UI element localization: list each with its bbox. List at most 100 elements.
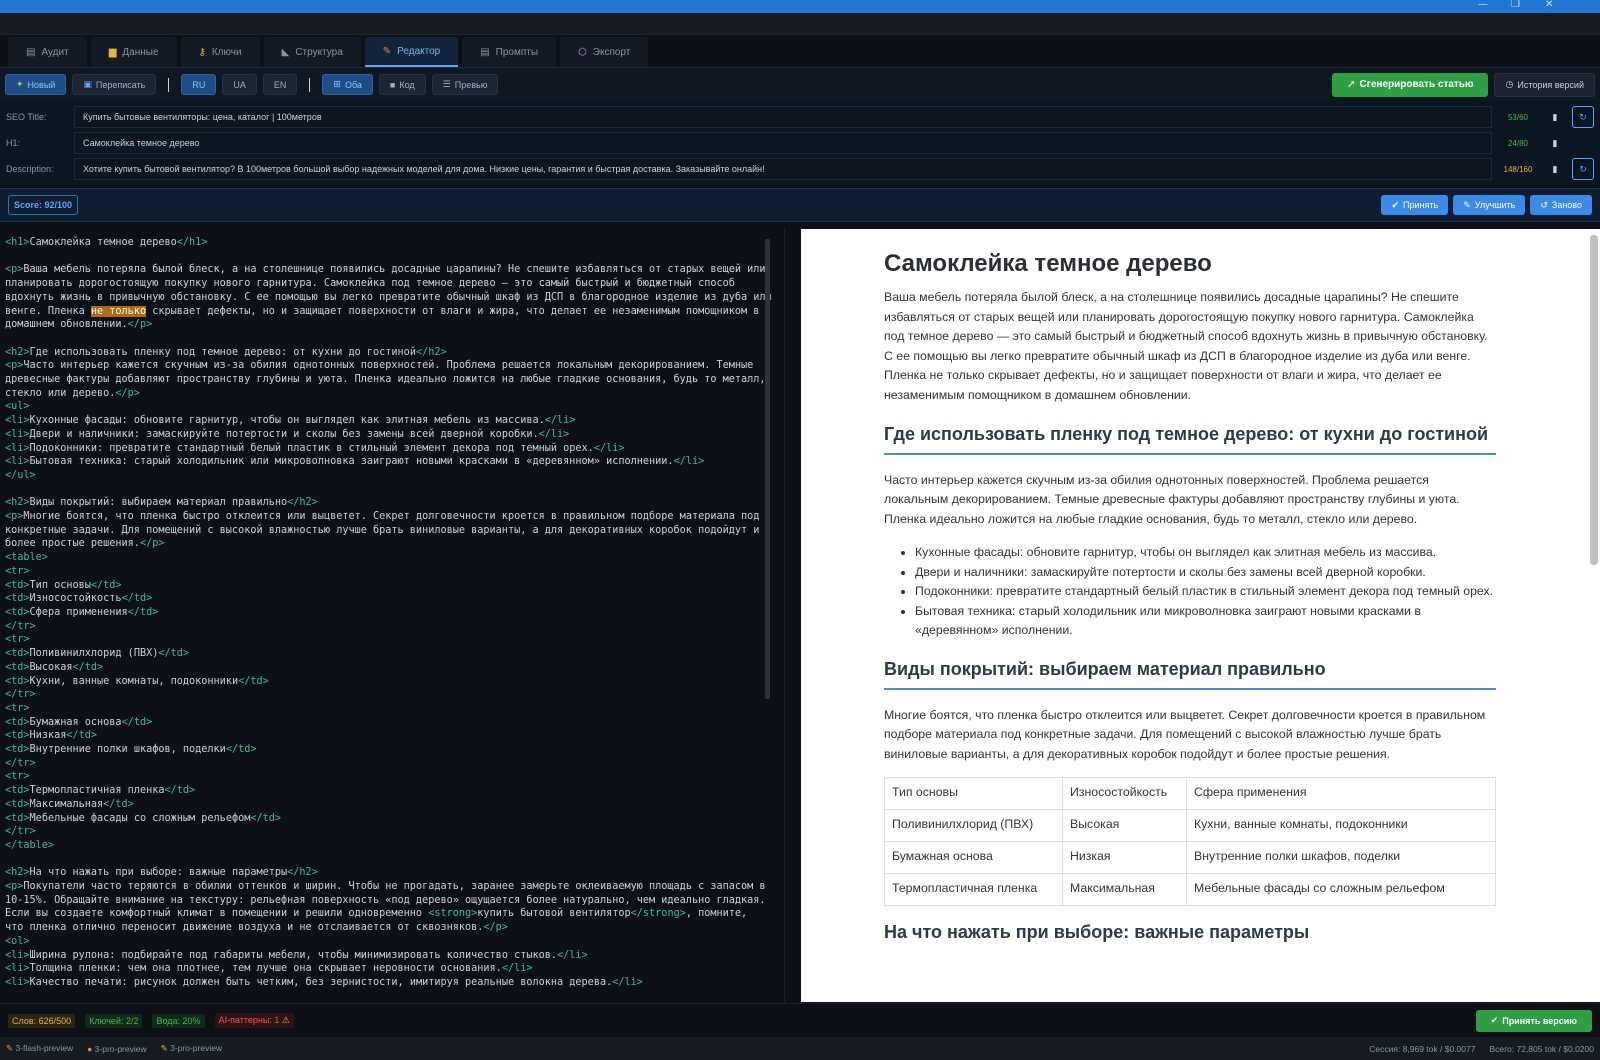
copy-icon[interactable]: ▮ [1544, 158, 1566, 180]
tab-label: Редактор [397, 45, 441, 57]
keyword-count: Ключей: 2/2 [85, 1013, 143, 1028]
rewrite-button[interactable]: ▣ Переписать [72, 74, 157, 95]
tab-bar: ▤ Аудит ▆ Данные ⚷ Ключи ◣ Структура ✎ Редактор ▤ П… [0, 35, 1600, 68]
check-icon: ✔ [1490, 1015, 1499, 1025]
title-bar: — ❐ ✕ [0, 0, 1600, 13]
table-cell: Максимальная [1062, 872, 1187, 906]
preview-paragraph: Часто интерьер кажется скучным из-за оби… [884, 472, 1460, 526]
seo-title-input[interactable]: Купить бытовые вентиляторы: цена, катало… [74, 106, 1492, 128]
view-both-button[interactable]: ⊞ Оба [322, 74, 373, 95]
version-history-button[interactable]: ◷ История версий [1494, 72, 1595, 97]
split-icon: ⊞ [333, 79, 341, 89]
close-icon[interactable]: ✕ [1545, 0, 1553, 10]
ai-patterns: AI-паттерны: 1 ⚠ [214, 1013, 294, 1028]
table-cell: Тип основы [884, 776, 1063, 810]
word-count: Слов: 626/500 [8, 1013, 76, 1028]
table-cell: Сфера применения [1186, 776, 1496, 810]
tab-label: Данные [122, 46, 159, 58]
document-icon: ▤ [480, 46, 490, 58]
session-usage: Сессия: 8,969 tok / $0.0077 [1369, 1043, 1476, 1054]
redo-icon: ↺ [1540, 199, 1548, 210]
tab-label: Промпты [495, 46, 539, 58]
table-cell: Износостойкость [1062, 776, 1187, 810]
tab-5[interactable]: ✎ Редактор [364, 37, 459, 67]
editor-main: <h1>Самоклейка темное дерево</h1> <p>Ваш… [0, 229, 1600, 1002]
code-editor[interactable]: <h1>Самоклейка темное дерево</h1> <p>Ваш… [0, 229, 784, 1002]
rewrite-icon: ▣ [83, 79, 92, 89]
copy-icon[interactable]: ▮ [1544, 106, 1566, 128]
h1-label: H1: [6, 138, 21, 148]
seo-title-row: SEO Title: Купить бытовые вентиляторы: ц… [6, 105, 1594, 129]
h1-input[interactable]: Самоклейка темное дерево [74, 132, 1492, 154]
separator [168, 77, 170, 92]
status-bar: Слов: 626/500 Ключей: 2/2 Вода: 20% AI-п… [0, 1003, 1600, 1037]
total-usage: Всего: 72,805 tok / $0.0200 [1489, 1043, 1594, 1054]
tab-2[interactable]: ▆ Данные [90, 37, 177, 67]
tab-7[interactable]: ⬡ Экспорт [560, 37, 649, 67]
split-divider[interactable] [784, 229, 801, 1002]
ruler-icon: ◣ [281, 46, 290, 58]
seo-title-counter: 53/60 [1498, 106, 1538, 128]
table-row: Тип основы Износостойкость Сфера применени… [884, 776, 1496, 810]
table-cell: Поливинилхлорид (ПВХ) [884, 808, 1063, 842]
preview-list-item: Кухонные фасады: обновите гарнитур, чтоб… [915, 543, 1496, 563]
pencil-icon: ✎ [6, 1043, 14, 1053]
improve-button[interactable]: ✎ Улучшить [1453, 195, 1526, 215]
score-badge: Score: 92/100 [8, 195, 79, 215]
lang-en-button[interactable]: EN [262, 74, 298, 95]
rocket-icon: ➚ [1347, 79, 1356, 90]
palette-icon: ● [87, 1043, 93, 1054]
sparkle-icon: ✦ [16, 79, 24, 89]
pencil-icon: ✎ [382, 45, 392, 57]
table-cell: Низкая [1062, 840, 1187, 874]
view-code-button[interactable]: ■ Код [378, 74, 426, 95]
lang-ua-button[interactable]: UA [222, 74, 257, 95]
table-cell: Термопластичная пленка [884, 872, 1063, 906]
table-row: Поливинилхлорид (ПВХ) Высокая Кухни, ванны… [884, 808, 1496, 842]
minimize-icon[interactable]: — [1478, 0, 1488, 10]
new-button[interactable]: ✦ Новый [5, 74, 67, 95]
preview-h2: На что нажать при выборе: важные парамет… [884, 921, 1310, 942]
accept-version-button[interactable]: ✔ Принять версию [1475, 1009, 1592, 1032]
code-scrollbar[interactable] [765, 239, 770, 699]
generate-article-button[interactable]: ➚ Сгенерировать статью [1332, 72, 1489, 97]
view-preview-button[interactable]: ☰ Превью [431, 74, 499, 95]
preview-table: Тип основы Износостойкость Сфера применени… [884, 776, 1496, 906]
description-counter: 148/160 [1498, 158, 1538, 180]
pencil-icon: ✎ [160, 1043, 168, 1053]
h1-counter: 24/80 [1498, 132, 1538, 154]
refresh-icon[interactable]: ↻ [1572, 158, 1594, 180]
preview-paragraph: Ваша мебель потеряла былой блеск, а на с… [884, 290, 1488, 402]
description-label: Description: [6, 164, 54, 174]
footer-bar: ✎ 3-flash-preview ● 3-pro-preview ✎ 3-pr… [0, 1037, 1600, 1060]
tab-3[interactable]: ⚷ Ключи [180, 37, 260, 67]
preview-paragraph: Многие боятся, что пленка быстро отклеит… [884, 707, 1486, 762]
table-cell: Кухни, ванные комнаты, подоконники [1186, 808, 1496, 842]
tab-label: Экспорт [592, 46, 631, 58]
description-input[interactable]: Хотите купить бытовой вентилятор? В 100м… [74, 158, 1492, 180]
warning-icon: ⚠ [281, 1015, 290, 1025]
table-cell: Мебельные фасады со сложным рельефом [1186, 872, 1496, 906]
redo-button[interactable]: ↺ Заново [1530, 195, 1592, 215]
table-row: Бумажная основа Низкая Внутренние полки шк… [884, 840, 1496, 874]
copy-icon[interactable]: ▮ [1544, 132, 1566, 154]
preview-scrollbar[interactable] [1590, 235, 1598, 565]
editor-toolbar: ✦ Новый ▣ Переписать RU UA EN ⊞ Оба ■ Код ☰ П… [0, 68, 1600, 101]
preview-list-item: Подоконники: превратите стандартный белы… [915, 582, 1496, 602]
accept-button[interactable]: ✔ Принять [1381, 195, 1449, 215]
preview-list-item: Бытовая техника: старый холодильник или … [915, 602, 1496, 641]
tab-4[interactable]: ◣ Структура [263, 37, 361, 67]
tab-1[interactable]: ▤ Аудит [8, 37, 87, 67]
key-icon: ⚷ [198, 46, 206, 58]
refresh-icon[interactable]: ↻ [1572, 106, 1594, 128]
preview-h2: Где использовать пленку под темное дерев… [884, 420, 1496, 455]
restore-icon[interactable]: ❐ [1511, 0, 1520, 10]
preview-icon: ☰ [442, 79, 451, 89]
tab-label: Аудит [41, 46, 69, 58]
code-content[interactable]: <h1>Самоклейка темное дерево</h1> <p>Ваш… [5, 236, 784, 990]
tab-6[interactable]: ▤ Промпты [462, 37, 557, 67]
preview-list: Кухонные фасады: обновите гарнитур, чтоб… [884, 543, 1496, 641]
lang-ru-button[interactable]: RU [181, 74, 217, 95]
tab-label: Структура [295, 46, 343, 58]
